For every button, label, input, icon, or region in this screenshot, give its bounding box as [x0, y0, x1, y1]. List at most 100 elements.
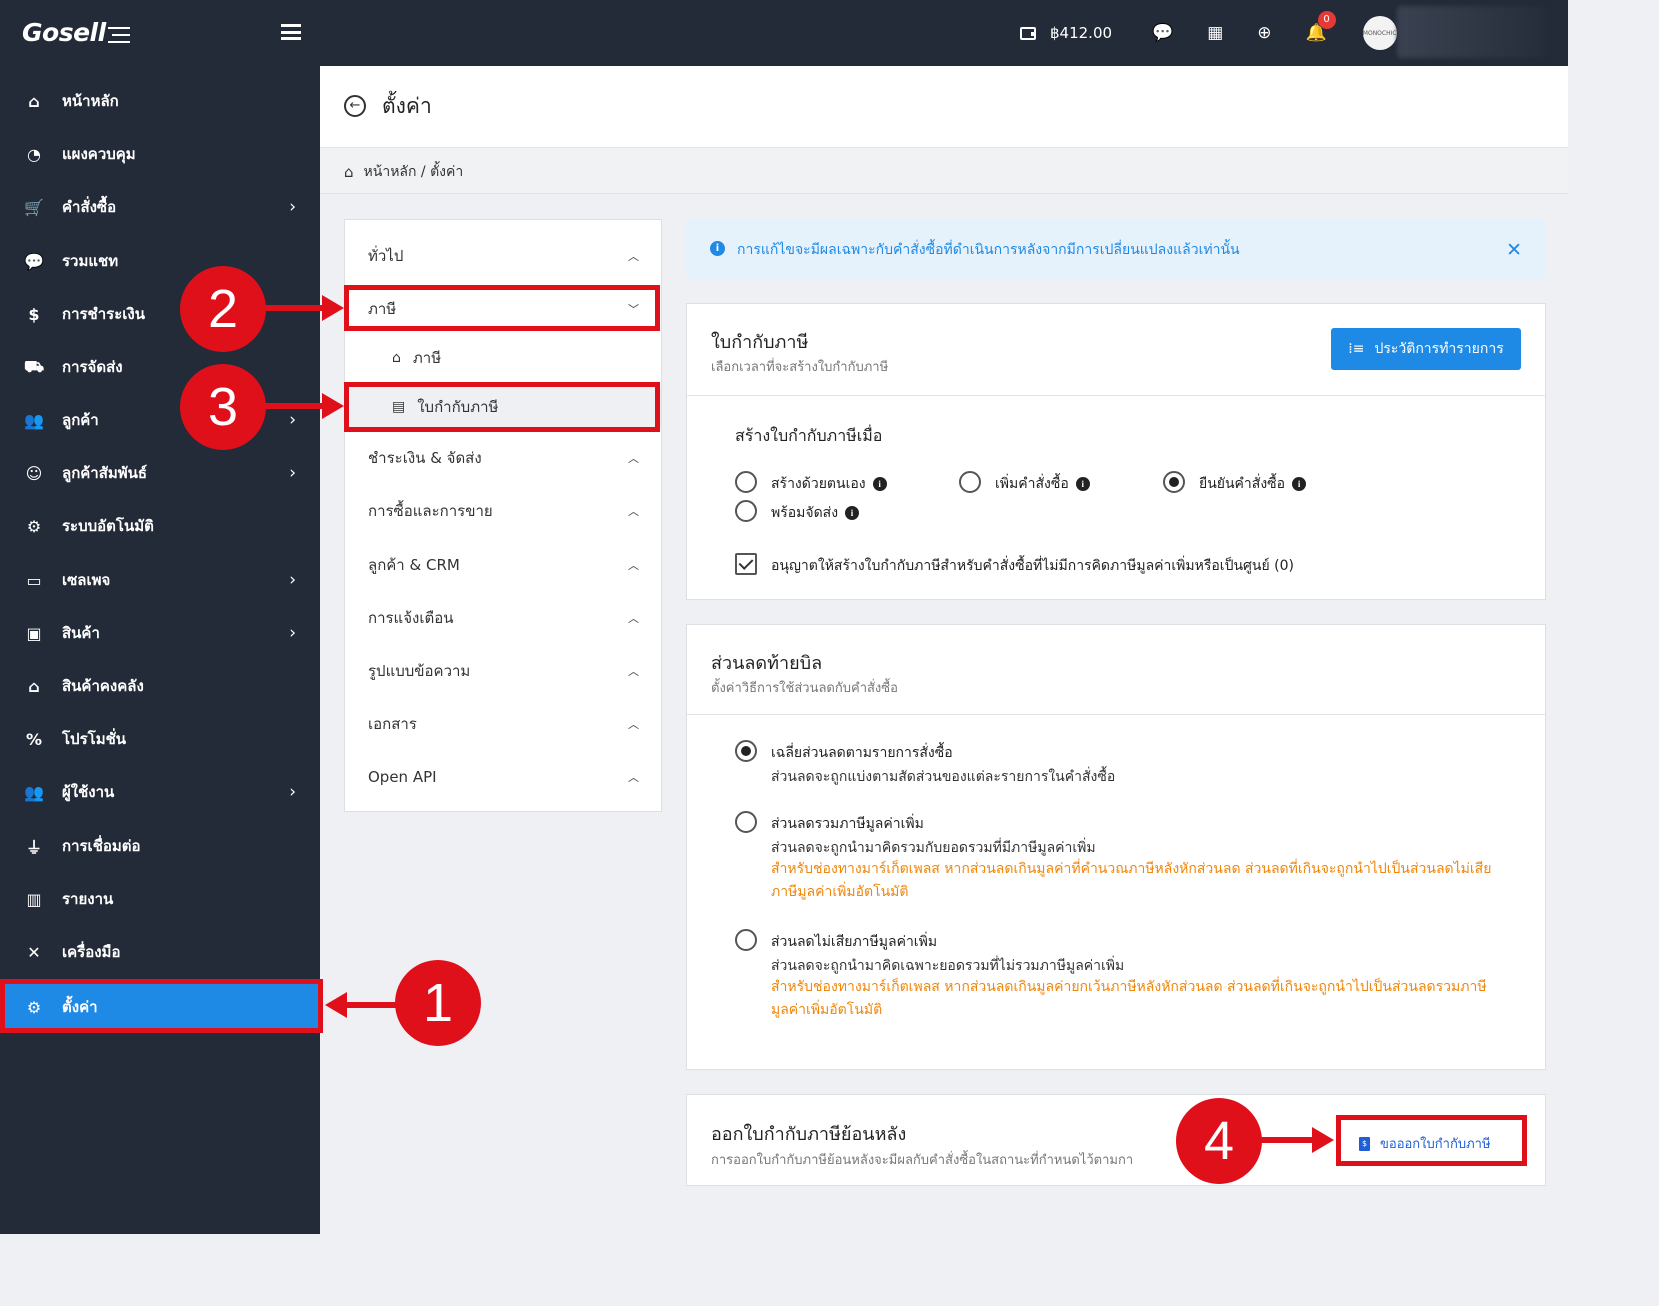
logo-text: Gosell: [22, 18, 106, 47]
nav-label: การแจ้งเตือน: [368, 609, 454, 627]
chevron-right-icon: ›: [289, 623, 296, 643]
wallet-balance[interactable]: ฿412.00: [1020, 24, 1112, 42]
sidebar-item-label: ลูกค้าสัมพันธ์: [62, 464, 148, 482]
settings-nav-documents[interactable]: เอกสาร ︿: [345, 704, 661, 744]
customers-icon: 👥: [24, 410, 44, 430]
annotation-arrow-1-shaft: [345, 1002, 400, 1008]
breadcrumb: ⌂ หน้าหลัก / ตั้งค่า: [344, 161, 463, 183]
back-arrow-icon[interactable]: ←: [344, 95, 366, 117]
settings-nav-general[interactable]: ทั่วไป ︿: [345, 236, 661, 276]
radio-confirm-order[interactable]: [1163, 471, 1185, 493]
sidebar-item-orders[interactable]: 🛒 คำสั่งซื้อ ›: [0, 185, 320, 229]
radio-manual[interactable]: [735, 471, 757, 493]
nav-label: Open API: [368, 768, 437, 786]
sidebar-item-label: ผู้ใช้งาน: [62, 783, 115, 801]
chevron-right-icon: ›: [289, 410, 296, 430]
sidebar-item-label: การเชื่อมต่อ: [62, 837, 141, 855]
allow-zero-vat-checkbox[interactable]: [735, 553, 757, 575]
radio-add-order[interactable]: [959, 471, 981, 493]
chevron-right-icon: ›: [289, 570, 296, 590]
sidebar-item-dashboard[interactable]: ◔ แผงควบคุม: [0, 132, 320, 176]
nav-label: รูปแบบข้อความ: [368, 662, 471, 680]
avatar-text: MONOCHIC: [1362, 29, 1397, 37]
calculator-icon[interactable]: ▦: [1207, 23, 1223, 43]
sidebar-item-label: โปรโมชั่น: [62, 730, 127, 748]
chat-icon[interactable]: 💬: [1152, 23, 1173, 43]
card-subtitle: การออกใบกำกับภาษีย้อนหลังจะมีผลกับคำสั่ง…: [711, 1153, 1134, 1168]
cart-icon: 🛒: [24, 197, 44, 217]
create-when-label: สร้างใบกำกับภาษีเมื่อ: [735, 426, 883, 445]
nav-label: ชำระเงิน & จัดส่ง: [368, 449, 482, 467]
sidebar-item-integration[interactable]: ⏚ การเชื่อมต่อ: [0, 824, 320, 868]
option-text: พร้อมจัดส่ง: [771, 505, 839, 521]
history-icon: ⁞≡: [1348, 341, 1365, 357]
gosell-logo[interactable]: Gosell: [22, 18, 130, 47]
sidebar-item-label: สินค้า: [62, 624, 100, 642]
option-text: เพิ่มคำสั่งซื้อ: [995, 476, 1069, 492]
page-title: ตั้งค่า: [382, 94, 432, 118]
sidebar-item-label: การจัดส่ง: [62, 358, 123, 376]
option-description: ส่วนลดจะถูกนำมาคิดเฉพาะยอดรวมที่ไม่รวมภา…: [771, 958, 1125, 974]
add-circle-icon[interactable]: ⊕: [1257, 23, 1271, 43]
annotation-arrow-3-shaft: [262, 403, 324, 409]
card-title: ใบกำกับภาษี: [711, 332, 809, 353]
breadcrumb-bar: ⌂ หน้าหลัก / ตั้งค่า: [320, 148, 1568, 194]
radio-average-discount[interactable]: [735, 740, 757, 762]
sidebar-item-crm[interactable]: ☺ ลูกค้าสัมพันธ์ ›: [0, 451, 320, 495]
sidebar-item-shipping[interactable]: ⛟ การจัดส่ง: [0, 345, 320, 389]
settings-nav-open-api[interactable]: Open API ︿: [345, 757, 661, 797]
bell-icon[interactable]: 🔔 0: [1306, 11, 1336, 43]
annotation-arrow-1: [325, 992, 347, 1018]
balance-text: ฿412.00: [1050, 24, 1113, 42]
chevron-up-icon: ︿: [628, 612, 639, 625]
sidebar-item-salepage[interactable]: ▭ เซลเพจ ›: [0, 558, 320, 602]
breadcrumb-text[interactable]: หน้าหลัก / ตั้งค่า: [364, 161, 464, 183]
sidebar-item-promotion[interactable]: % โปรโมชั่น: [0, 717, 320, 761]
card-subtitle: เลือกเวลาที่จะสร้างใบกำกับภาษี: [711, 360, 889, 375]
settings-nav-payment-shipping[interactable]: ชำระเงิน & จัดส่ง ︿: [345, 438, 661, 478]
annotation-box-1: [0, 979, 323, 1033]
info-icon[interactable]: i: [1292, 477, 1307, 491]
settings-nav-notifications[interactable]: การแจ้งเตือน ︿: [345, 598, 661, 638]
sidebar-item-users[interactable]: 👥 ผู้ใช้งาน ›: [0, 770, 320, 814]
chevron-up-icon: ︿: [628, 559, 639, 572]
sidebar-item-home[interactable]: ⌂ หน้าหลัก: [0, 79, 320, 123]
sidebar-item-automation[interactable]: ⚙ ระบบอัตโนมัติ: [0, 504, 320, 548]
sidebar-item-report[interactable]: ▥ รายงาน: [0, 877, 320, 921]
sidebar-item-label: การชำระเงิน: [62, 305, 145, 323]
settings-nav-customer-crm[interactable]: ลูกค้า & CRM ︿: [345, 545, 661, 585]
menu-toggle-icon[interactable]: [281, 24, 301, 40]
sidebar-item-payment[interactable]: $ การชำระเงิน: [0, 292, 320, 336]
close-icon[interactable]: ✕: [1506, 239, 1522, 261]
sidebar-item-label: เซลเพจ: [62, 571, 111, 589]
sidebar-item-inventory[interactable]: ⌂ สินค้าคงคลัง: [0, 664, 320, 708]
settings-nav-tax-sub[interactable]: ⌂ ภาษี: [345, 338, 661, 378]
radio-add-order-label: เพิ่มคำสั่งซื้อ i: [995, 473, 1090, 495]
option-warning: สำหรับช่องทางมาร์เก็ตเพลส หากส่วนลดเกินม…: [771, 861, 1492, 900]
nav-label: ลูกค้า & CRM: [368, 556, 460, 574]
salepage-icon: ▭: [26, 570, 42, 590]
chat-icon: 💬: [24, 251, 44, 271]
sidebar-item-chat[interactable]: 💬 รวมแชท: [0, 239, 320, 283]
settings-nav-message-format[interactable]: รูปแบบข้อความ ︿: [345, 651, 661, 691]
info-icon[interactable]: i: [845, 506, 860, 520]
radio-discount-incl-vat[interactable]: [735, 811, 757, 833]
sidebar-item-products[interactable]: ▣ สินค้า ›: [0, 611, 320, 655]
blurred-username: [1397, 6, 1547, 58]
chevron-up-icon: ︿: [628, 771, 639, 784]
settings-nav-buy-sell[interactable]: การซื้อและการขาย ︿: [345, 491, 661, 531]
sidebar-item-tools[interactable]: ✕ เครื่องมือ: [0, 930, 320, 974]
nav-label: ภาษี: [412, 349, 442, 367]
info-icon[interactable]: i: [872, 477, 887, 491]
radio-ready-to-ship[interactable]: [735, 500, 757, 522]
card-subtitle: ตั้งค่าวิธีการใช้ส่วนลดกับคำสั่งซื้อ: [711, 681, 898, 696]
avatar[interactable]: MONOCHIC: [1362, 16, 1397, 50]
history-button[interactable]: ⁞≡ ประวัติการทำรายการ: [1331, 328, 1521, 370]
radio-discount-no-vat[interactable]: [735, 929, 757, 951]
home-icon[interactable]: ⌂: [344, 163, 354, 181]
report-icon: ▥: [26, 889, 42, 909]
users-icon: 👥: [24, 782, 44, 802]
info-icon[interactable]: i: [1075, 477, 1090, 491]
tools-icon: ✕: [27, 942, 41, 962]
radio-manual-label: สร้างด้วยตนเอง i: [771, 473, 887, 495]
